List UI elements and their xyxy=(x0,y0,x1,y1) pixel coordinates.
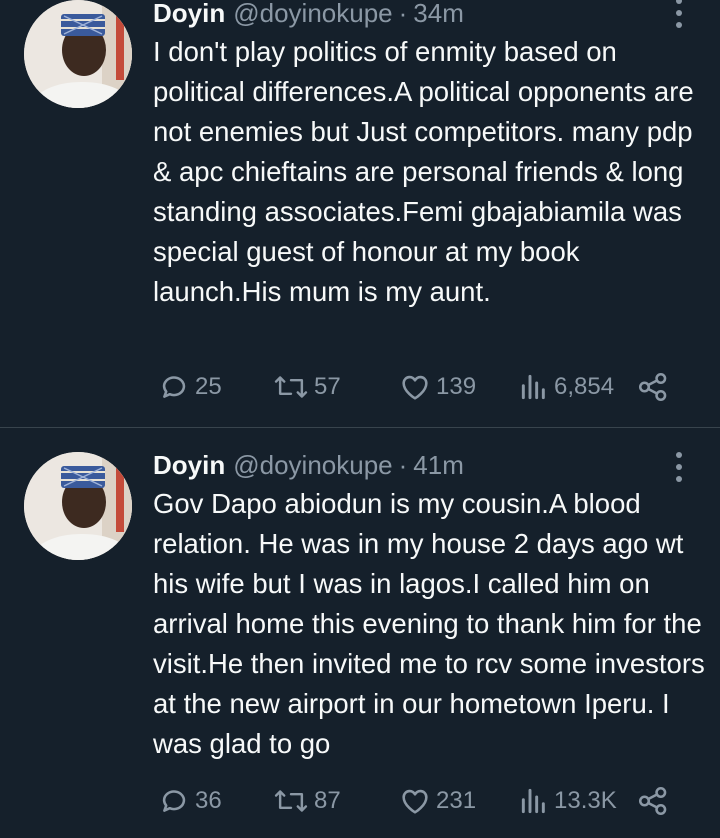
user-handle[interactable]: @doyinokupe xyxy=(233,450,392,481)
tweet[interactable]: Doyin @doyinokupe · 41m Gov Dapo abiodun… xyxy=(0,444,720,838)
like-button[interactable]: 231 xyxy=(398,781,476,821)
retweet-icon xyxy=(274,376,308,398)
views-count: 13.3K xyxy=(554,787,617,814)
reply-count: 36 xyxy=(195,787,222,814)
more-vertical-icon[interactable] xyxy=(673,452,685,482)
tweet-actions: 25 57 139 6,854 xyxy=(0,367,720,407)
views-icon xyxy=(521,374,545,400)
retweet-count: 57 xyxy=(314,373,341,400)
tweet[interactable]: Doyin @doyinokupe · 34m I don't play pol… xyxy=(0,0,720,426)
like-count: 231 xyxy=(436,787,477,814)
avatar-photo xyxy=(24,0,132,108)
tweet-text: I don't play politics of enmity based on… xyxy=(153,36,702,307)
reply-icon xyxy=(162,376,186,398)
user-handle[interactable]: @doyinokupe xyxy=(233,0,392,29)
views-count: 6,854 xyxy=(554,373,615,400)
retweet-count: 87 xyxy=(314,787,341,814)
views-button[interactable]: 6,854 xyxy=(518,367,614,407)
separator: · xyxy=(398,449,408,480)
tweet-text: Gov Dapo abiodun is my cousin.A blood re… xyxy=(153,488,713,759)
tweet-actions: 36 87 231 13.3K xyxy=(0,781,720,821)
like-count: 139 xyxy=(436,373,477,400)
avatar-photo xyxy=(24,452,132,560)
timestamp[interactable]: 41m xyxy=(413,450,464,481)
more-vertical-icon[interactable] xyxy=(673,0,685,28)
like-button[interactable]: 139 xyxy=(398,367,476,407)
heart-icon xyxy=(402,789,428,814)
avatar[interactable] xyxy=(24,0,132,108)
reply-button[interactable]: 36 xyxy=(157,781,222,821)
display-name[interactable]: Doyin xyxy=(153,450,225,481)
share-icon xyxy=(638,372,667,402)
tweet-divider xyxy=(0,427,720,428)
views-button[interactable]: 13.3K xyxy=(518,781,617,821)
retweet-button[interactable]: 57 xyxy=(272,367,341,407)
timestamp[interactable]: 34m xyxy=(413,0,464,29)
reply-count: 25 xyxy=(195,373,222,400)
tweet-header: Doyin @doyinokupe · 41m xyxy=(153,448,464,482)
retweet-icon xyxy=(274,790,308,812)
tweet-header: Doyin @doyinokupe · 34m xyxy=(153,0,464,30)
display-name[interactable]: Doyin xyxy=(153,0,225,29)
avatar[interactable] xyxy=(24,452,132,560)
share-icon xyxy=(638,786,667,816)
share-button[interactable] xyxy=(636,781,670,821)
separator: · xyxy=(398,0,408,28)
reply-button[interactable]: 25 xyxy=(157,367,222,407)
views-icon xyxy=(521,788,545,814)
share-button[interactable] xyxy=(636,367,670,407)
heart-icon xyxy=(402,375,428,400)
reply-icon xyxy=(162,790,186,812)
retweet-button[interactable]: 87 xyxy=(272,781,341,821)
